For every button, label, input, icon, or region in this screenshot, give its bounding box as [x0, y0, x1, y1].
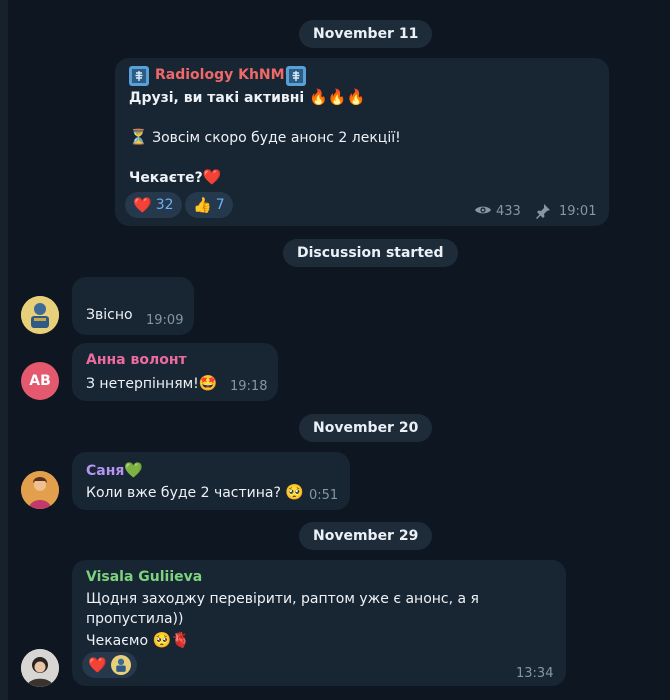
- service-label: Discussion started: [297, 245, 444, 261]
- post-line-1: Друзі, ви такі активні 🔥🔥🔥: [129, 88, 365, 106]
- date-separator-nov29: November 29: [299, 522, 433, 550]
- user-avatar-icon: [21, 296, 59, 334]
- message-text: Коли вже буде 2 частина? 🥺: [86, 483, 304, 501]
- user-avatar-icon: [110, 655, 131, 675]
- message-author[interactable]: Visala Guliieva: [86, 569, 202, 585]
- avatar[interactable]: [21, 471, 59, 509]
- views-count: 433: [496, 204, 521, 219]
- left-panel-edge: [0, 0, 8, 700]
- message-author[interactable]: Саня💚: [86, 461, 143, 479]
- date-separator-nov11: November 11: [299, 20, 433, 48]
- thumbs-up-icon: 👍: [193, 196, 212, 214]
- eye-icon: [474, 204, 492, 216]
- message-line-1: Щодня заходжу перевірити, раптом уже є а…: [86, 591, 479, 607]
- date-label: November 11: [313, 26, 419, 42]
- avatar-initials: АВ: [29, 373, 51, 389]
- xray-icon: [286, 66, 306, 86]
- message-text-content: З нетерпінням!: [86, 376, 199, 392]
- date-separator-nov20: November 20: [299, 414, 433, 442]
- avatar[interactable]: [21, 649, 59, 687]
- message-time: 19:09: [146, 313, 184, 328]
- reaction-heart[interactable]: ❤️ 32: [125, 192, 182, 218]
- message-bubble[interactable]: Саня💚 Коли вже буде 2 частина? 🥺 0:51: [72, 452, 350, 510]
- author-name: Саня: [86, 463, 125, 479]
- user-avatar-icon: [21, 649, 59, 687]
- reactor-avatar: [110, 655, 131, 675]
- pleading-face-icon: 🥺: [285, 483, 305, 501]
- message-text-content: Коли вже буде 2 частина?: [86, 485, 281, 501]
- service-message: Discussion started: [283, 239, 458, 267]
- xray-icon: [129, 66, 149, 86]
- pin-icon: [535, 203, 551, 219]
- message-line-3-text: Чекаємо: [86, 633, 149, 649]
- avatar[interactable]: АВ: [21, 362, 59, 400]
- message-line-2: пропустила)): [86, 611, 184, 627]
- post-time: 19:01: [559, 204, 597, 219]
- heart-icon: ❤️: [202, 168, 222, 186]
- post-line-2-text: Зовсім скоро буде анонс 2 лекції!: [152, 130, 401, 146]
- star-struck-emoji-icon: 🤩: [198, 374, 218, 392]
- post-line-1-text: Друзі, ви такі активні: [129, 90, 305, 106]
- hourglass-icon: ⏳: [129, 128, 148, 146]
- post-line-3: Чекаєте?❤️: [129, 168, 221, 186]
- message-time: 13:34: [516, 666, 554, 681]
- message-time: 0:51: [309, 488, 339, 503]
- message-time: 19:18: [230, 379, 268, 394]
- message-line-3: Чекаємо 🥺🫀: [86, 631, 190, 649]
- post-line-3-text: Чекаєте?: [129, 170, 203, 186]
- message-text: Звісно: [86, 307, 133, 323]
- heart-icon: ❤️: [133, 196, 152, 214]
- green-heart-icon: 💚: [124, 461, 144, 479]
- fire-icon: 🔥🔥🔥: [309, 88, 366, 106]
- message-bubble[interactable]: Звісно 19:09: [72, 277, 194, 335]
- post-line-2: ⏳ Зовсім скоро буде анонс 2 лекції!: [129, 128, 401, 146]
- message-author[interactable]: Анна волонт: [86, 352, 187, 368]
- date-label: November 20: [313, 420, 419, 436]
- heart-icon: ❤️: [88, 656, 107, 674]
- user-avatar-icon: [21, 471, 59, 509]
- reaction-count: 32: [155, 197, 174, 213]
- message-text: З нетерпінням!🤩: [86, 374, 217, 392]
- reaction-count: 7: [215, 197, 225, 213]
- reaction-thumbs-up[interactable]: 👍 7: [185, 192, 233, 218]
- avatar[interactable]: [21, 296, 59, 334]
- channel-name[interactable]: Radiology KhNMU: [155, 67, 296, 83]
- date-label: November 29: [313, 528, 419, 544]
- pleading-face-anatomical-heart-icon: 🥺🫀: [152, 631, 190, 649]
- message-bubble[interactable]: Анна волонт З нетерпінням!🤩 19:18: [72, 343, 278, 401]
- channel-post[interactable]: Radiology KhNMU Друзі, ви такі активні 🔥…: [115, 58, 609, 226]
- reaction-heart[interactable]: ❤️: [82, 652, 137, 678]
- message-bubble[interactable]: Visala Guliieva Щодня заходжу перевірити…: [72, 560, 566, 686]
